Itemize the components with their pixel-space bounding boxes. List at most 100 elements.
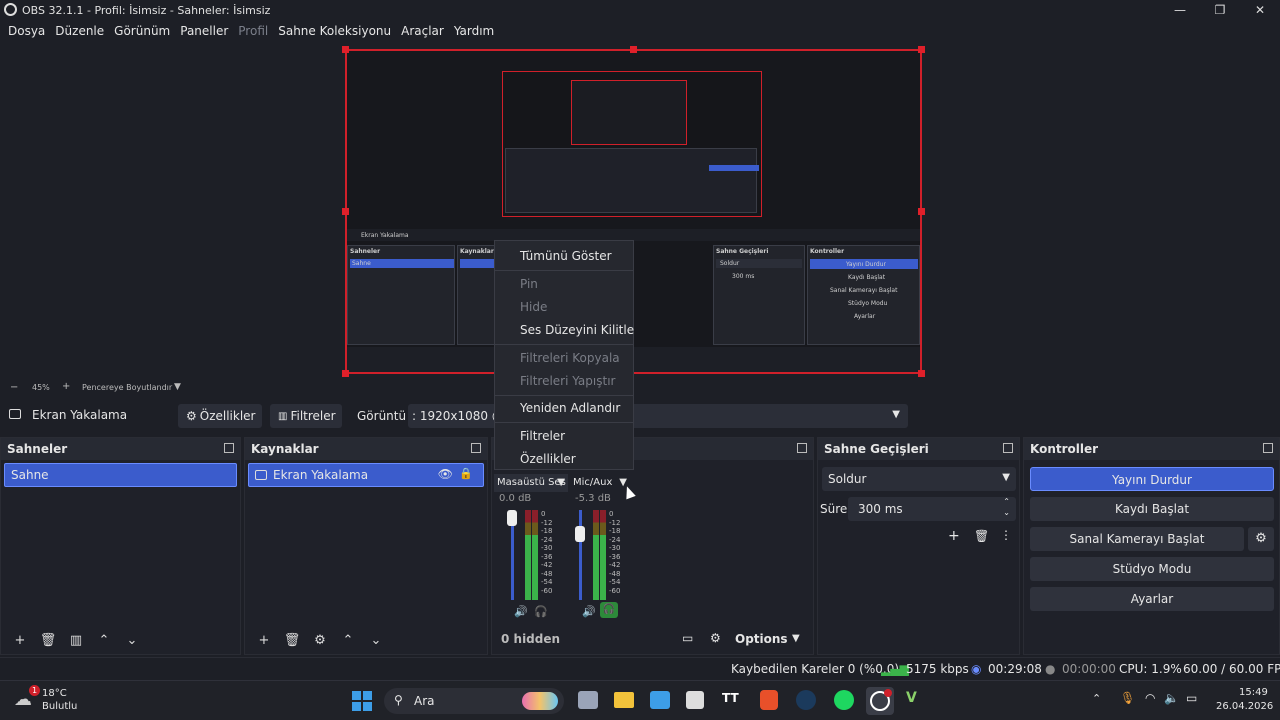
- duration-spinbox[interactable]: 300 ms ⌃ ⌄: [848, 497, 1016, 521]
- add-icon[interactable]: +: [255, 633, 273, 648]
- start-record-button[interactable]: Kaydı Başlat: [1030, 497, 1274, 521]
- menu-filters[interactable]: Filtreler: [520, 429, 565, 443]
- studio-mode-button[interactable]: Stüdyo Modu: [1030, 557, 1274, 581]
- filters-button[interactable]: ▥ Filtreler: [270, 404, 342, 428]
- handle-ml[interactable]: [342, 208, 349, 215]
- fit-to-window-label[interactable]: Pencereye Boyutlandır: [82, 383, 172, 392]
- battery-icon[interactable]: ▭: [1186, 691, 1197, 705]
- volume-icon[interactable]: 🔈: [1164, 691, 1179, 705]
- steam-icon[interactable]: [796, 690, 816, 710]
- menu-docks[interactable]: Paneller: [180, 24, 228, 38]
- menu-hide[interactable]: Hide: [520, 300, 547, 314]
- display-select[interactable]: : 1920x1080 @ 0 ▼: [408, 404, 908, 428]
- add-icon[interactable]: +: [948, 528, 960, 544]
- scene-item[interactable]: Sahne: [4, 463, 237, 487]
- clock-time[interactable]: 15:49: [1239, 687, 1268, 698]
- headphones-icon[interactable]: 🎧: [600, 602, 618, 618]
- start-virtualcam-button[interactable]: Sanal Kamerayı Başlat: [1030, 527, 1244, 551]
- properties-button[interactable]: ⚙ Özellikler: [178, 404, 262, 428]
- menu-view[interactable]: Görünüm: [114, 24, 170, 38]
- handle-tc[interactable]: [630, 46, 637, 53]
- undock-icon[interactable]: [797, 443, 807, 453]
- monitor-audio-icon[interactable]: 🎧: [534, 605, 548, 618]
- undock-icon[interactable]: [1003, 443, 1013, 453]
- spotify-icon[interactable]: [834, 690, 854, 710]
- advanced-audio-icon[interactable]: ⚙: [710, 631, 721, 645]
- trash-icon[interactable]: 🗑: [974, 529, 989, 543]
- menu-lock-volume[interactable]: Ses Düzeyini Kilitle: [520, 323, 634, 337]
- arrow-down-icon[interactable]: ⌄: [367, 633, 385, 648]
- zoom-out-button[interactable]: −: [10, 382, 18, 393]
- menu-rename[interactable]: Yeniden Adlandır: [520, 401, 620, 415]
- close-button[interactable]: ✕: [1240, 0, 1280, 20]
- undock-icon[interactable]: [471, 443, 481, 453]
- gear-icon[interactable]: ⚙: [311, 633, 329, 648]
- arrow-up-icon[interactable]: ⌃: [95, 633, 113, 648]
- gear-icon[interactable]: ⚙: [1248, 527, 1274, 551]
- menu-copy-filters[interactable]: Filtreleri Kopyala: [520, 351, 620, 365]
- spin-down-icon[interactable]: ⌄: [1003, 508, 1010, 517]
- handle-tl[interactable]: [342, 46, 349, 53]
- desktop-volume-handle[interactable]: [507, 510, 517, 526]
- layout-icon[interactable]: ▭: [682, 631, 693, 645]
- handle-mr[interactable]: [918, 208, 925, 215]
- wifi-icon[interactable]: ◠: [1145, 691, 1155, 705]
- settings-button[interactable]: Ayarlar: [1030, 587, 1274, 611]
- task-view-icon[interactable]: [578, 691, 598, 709]
- clock-date[interactable]: 26.04.2026: [1216, 701, 1273, 712]
- windows-start-icon[interactable]: [352, 691, 372, 711]
- obs-taskbar-icon[interactable]: [866, 687, 894, 715]
- store-icon[interactable]: [650, 691, 670, 709]
- channel-mic-header[interactable]: Mic/Aux ▼: [570, 474, 630, 492]
- microphone-icon[interactable]: 🎙: [1120, 691, 1135, 705]
- add-icon[interactable]: +: [11, 633, 29, 648]
- options-button[interactable]: Options: [735, 632, 788, 646]
- speaker-icon[interactable]: 🔊: [582, 605, 596, 618]
- spin-up-icon[interactable]: ⌃: [1003, 497, 1010, 506]
- filter-icon[interactable]: ▥: [67, 633, 85, 648]
- menu-help[interactable]: Yardım: [454, 24, 494, 38]
- transition-select[interactable]: Soldur ▼: [822, 467, 1016, 491]
- vegas-icon[interactable]: V: [906, 690, 926, 710]
- undock-icon[interactable]: [224, 443, 234, 453]
- search-box[interactable]: ⚲ Ara: [384, 688, 564, 714]
- handle-br[interactable]: [918, 370, 925, 377]
- context-menu: Tümünü Göster Pin Hide Ses Düzeyini Kili…: [494, 240, 634, 470]
- file-explorer-icon[interactable]: [614, 692, 634, 708]
- stop-stream-button[interactable]: Yayını Durdur: [1030, 467, 1274, 491]
- menu-profile[interactable]: Profil: [238, 24, 268, 38]
- arrow-up-icon[interactable]: ⌃: [339, 633, 357, 648]
- source-item[interactable]: Ekran Yakalama 👁 🔒: [248, 463, 484, 487]
- menu-edit[interactable]: Düzenle: [55, 24, 104, 38]
- trash-icon[interactable]: 🗑: [283, 633, 301, 648]
- tray-overflow-icon[interactable]: ⌃: [1092, 692, 1101, 705]
- channel-desktop-header[interactable]: Masaüstü Ses ▼: [494, 474, 568, 492]
- hidden-count[interactable]: 0 hidden: [501, 632, 560, 646]
- maximize-button[interactable]: ❐: [1200, 0, 1240, 20]
- undock-icon[interactable]: [1263, 443, 1273, 453]
- arrow-down-icon[interactable]: ⌄: [123, 633, 141, 648]
- tidal-icon[interactable]: TT: [722, 691, 744, 709]
- snipping-tool-icon[interactable]: [686, 691, 704, 709]
- mic-volume-handle[interactable]: [575, 526, 585, 542]
- brave-browser-icon[interactable]: [760, 690, 778, 710]
- handle-tr[interactable]: [918, 46, 925, 53]
- zoom-dropdown-icon[interactable]: ▼: [174, 382, 181, 392]
- speaker-icon[interactable]: 🔊: [514, 605, 528, 618]
- handle-bl[interactable]: [342, 370, 349, 377]
- menu-paste-filters[interactable]: Filtreleri Yapıştır: [520, 374, 615, 388]
- menu-properties[interactable]: Özellikler: [520, 452, 576, 466]
- menu-scene-collection[interactable]: Sahne Koleksiyonu: [278, 24, 391, 38]
- lock-icon[interactable]: 🔒: [459, 467, 473, 480]
- eye-icon[interactable]: 👁: [438, 467, 453, 481]
- title-bar: OBS 32.1.1 - Profil: İsimsiz - Sahneler:…: [0, 0, 1280, 20]
- zoom-in-button[interactable]: +: [62, 381, 70, 392]
- trash-icon[interactable]: 🗑: [39, 633, 57, 648]
- menu-tools[interactable]: Araçlar: [401, 24, 444, 38]
- menu-file[interactable]: Dosya: [8, 24, 45, 38]
- mic-volume-slider[interactable]: [579, 510, 582, 600]
- minimize-button[interactable]: —: [1160, 0, 1200, 20]
- menu-show-all[interactable]: Tümünü Göster: [520, 249, 612, 263]
- menu-pin[interactable]: Pin: [520, 277, 538, 291]
- more-icon[interactable]: ⋮: [1000, 528, 1012, 542]
